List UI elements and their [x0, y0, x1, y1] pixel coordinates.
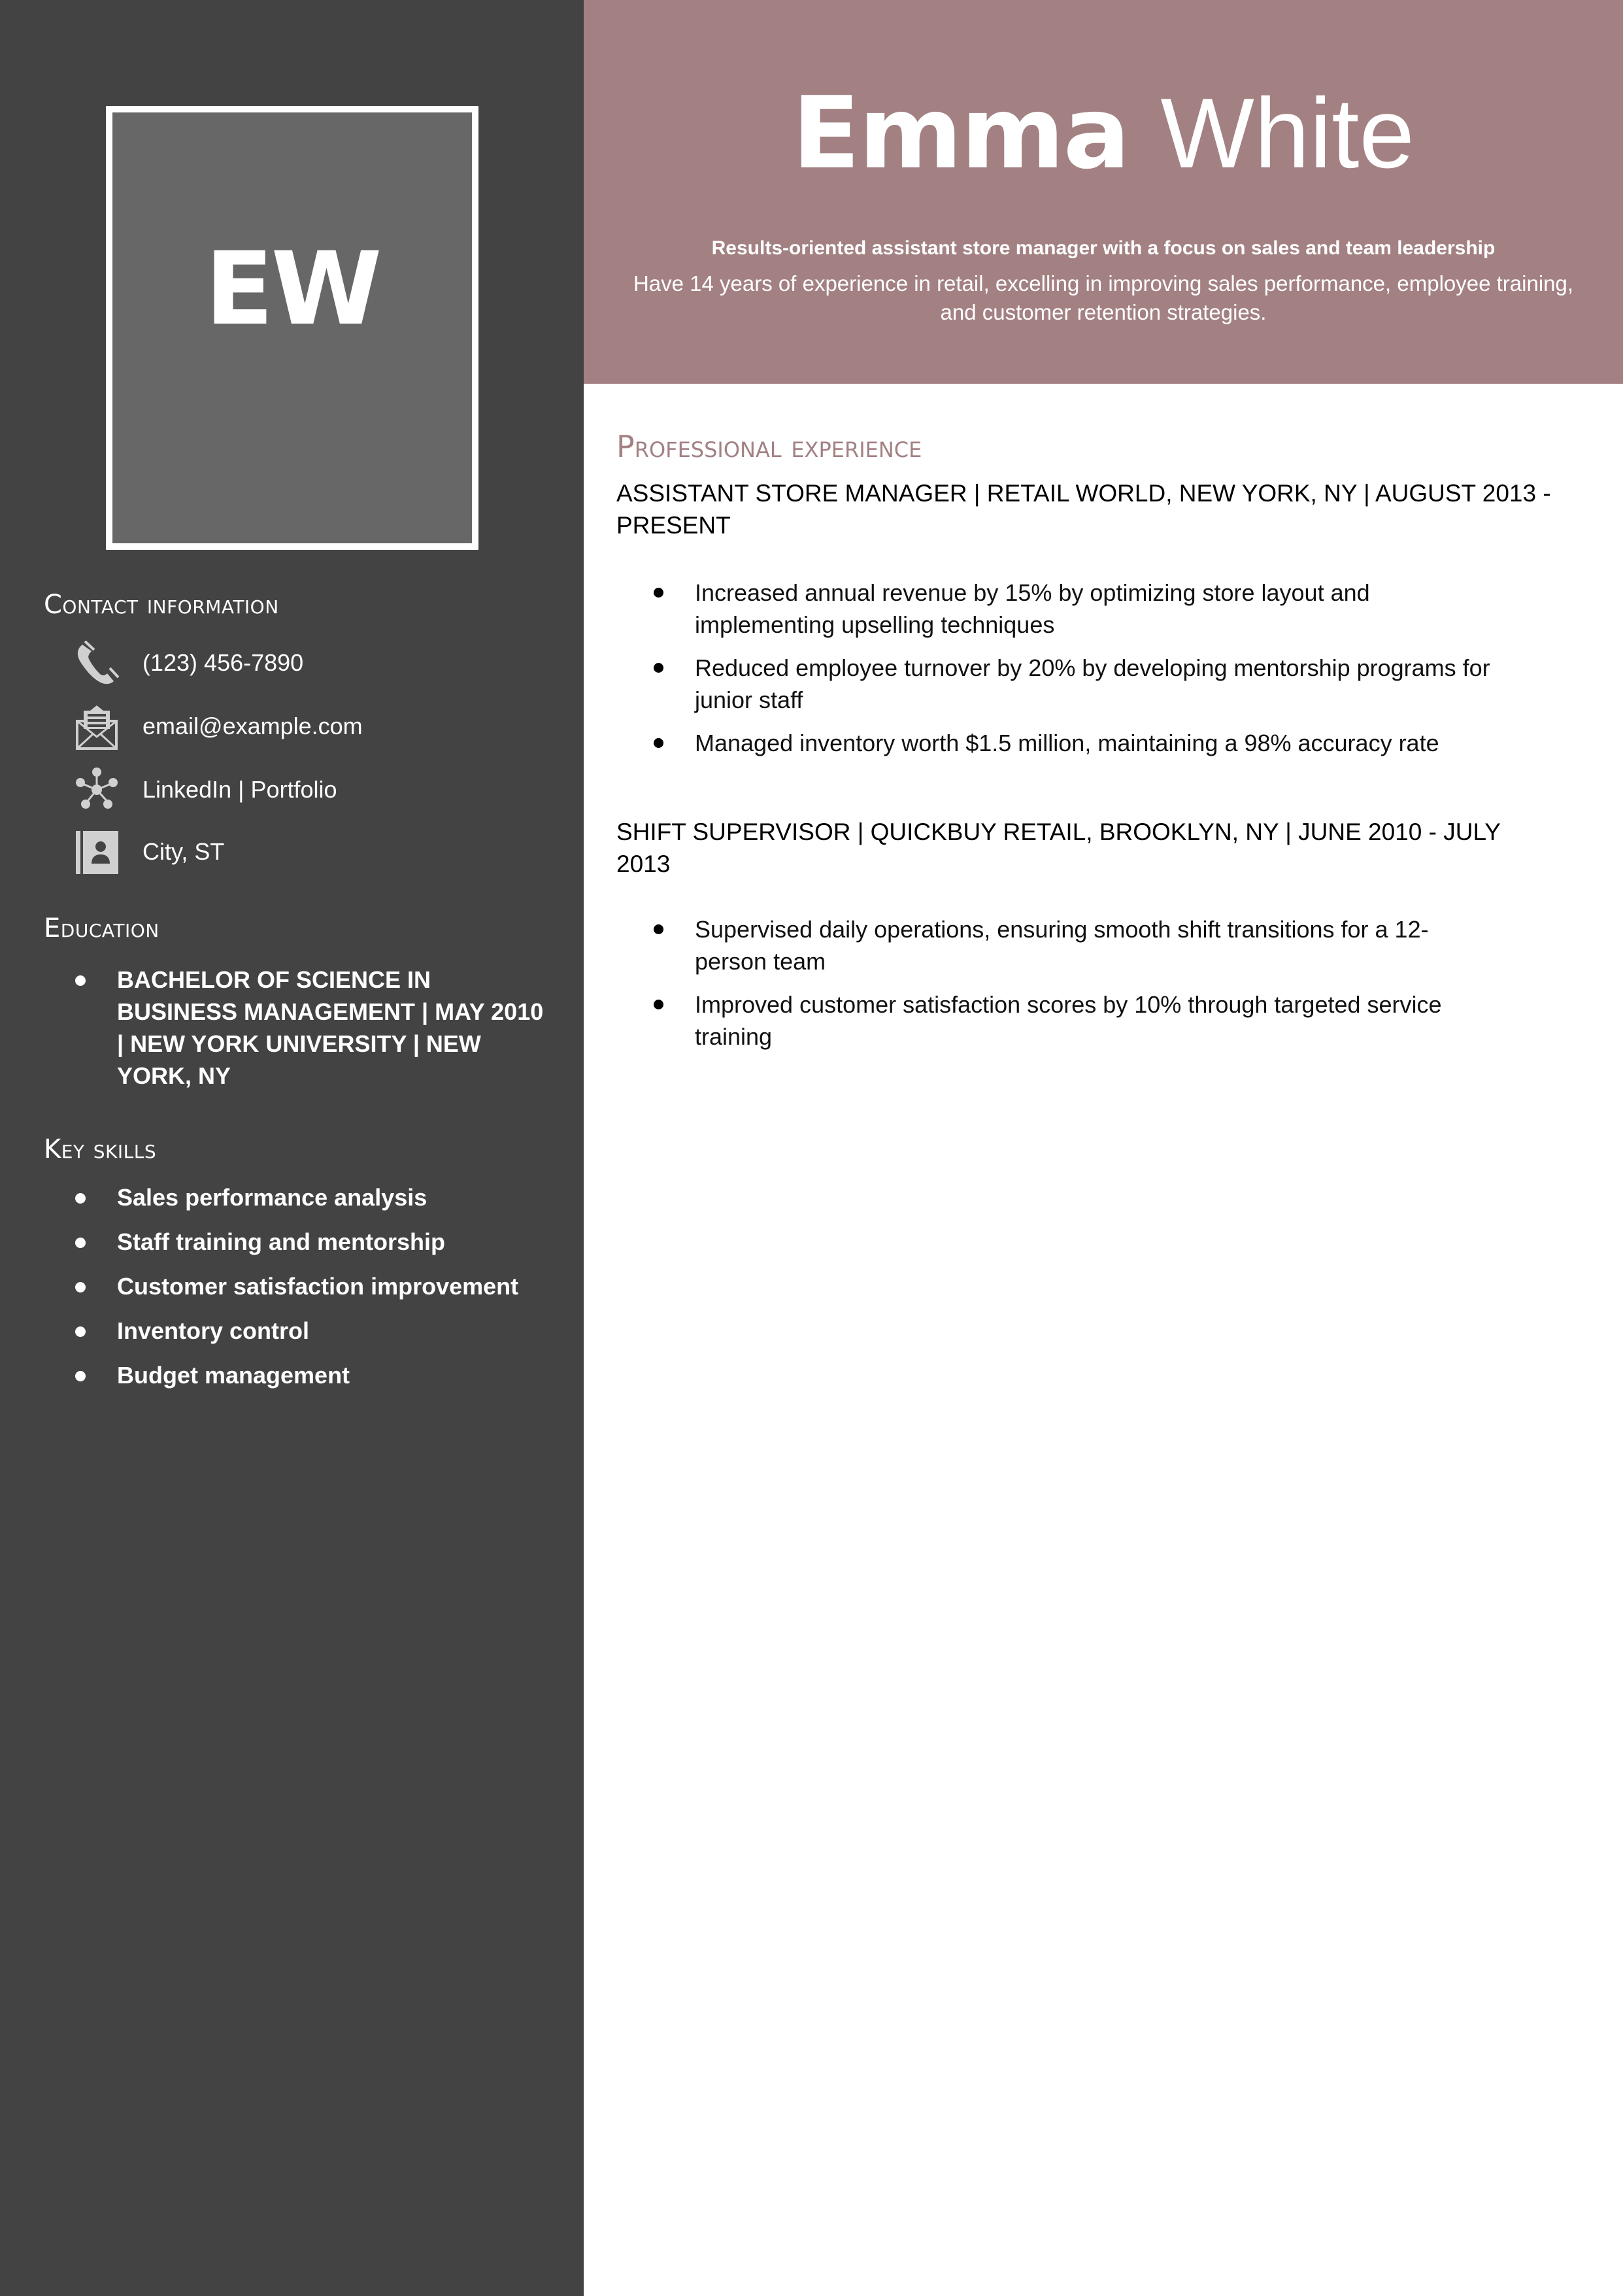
- first-name: Emma: [792, 75, 1130, 191]
- job-bullet: Supervised daily operations, ensuring sm…: [616, 913, 1558, 977]
- skills-heading: Key skills: [44, 1134, 157, 1164]
- bullet-icon: [75, 1282, 86, 1292]
- job-bullet-text: Reduced employee turnover by 20% by deve…: [695, 654, 1490, 713]
- job-bullet-text: Improved customer satisfaction scores by…: [695, 991, 1442, 1050]
- bullet-icon: [654, 1000, 663, 1009]
- job-title: ASSISTANT STORE MANAGER | RETAIL WORLD, …: [616, 480, 1551, 539]
- initials-badge: EW: [106, 106, 478, 550]
- job-bullet: Managed inventory worth $1.5 million, ma…: [616, 727, 1558, 759]
- skill-text: Sales performance analysis: [117, 1184, 427, 1211]
- candidate-name: Emma White: [584, 84, 1623, 184]
- phone-icon: [73, 639, 120, 686]
- education-list: BACHELOR OF SCIENCE IN BUSINESS MANAGEME…: [0, 964, 584, 1092]
- bullet-icon: [654, 924, 663, 934]
- last-name: White: [1160, 78, 1415, 189]
- location: City, ST: [142, 838, 225, 865]
- contact-card-icon: [73, 828, 120, 875]
- skill-item: Customer satisfaction improvement: [0, 1264, 584, 1309]
- job-title: SHIFT SUPERVISOR | QUICKBUY RETAIL, BROO…: [616, 819, 1501, 877]
- skill-text: Staff training and mentorship: [117, 1228, 446, 1255]
- contact-heading: Contact information: [44, 590, 279, 620]
- skill-text: Inventory control: [117, 1317, 310, 1344]
- bullet-icon: [75, 1238, 86, 1248]
- skill-text: Customer satisfaction improvement: [117, 1273, 519, 1300]
- skills-list: Sales performance analysis Staff trainin…: [0, 1175, 584, 1398]
- experience-heading: Professional experience: [616, 429, 922, 464]
- sidebar: EW Contact information (123) 456-7890 em…: [0, 0, 584, 2296]
- linkedin-portfolio[interactable]: LinkedIn | Portfolio: [142, 776, 337, 803]
- bullet-icon: [75, 1326, 86, 1337]
- skill-text: Budget management: [117, 1362, 350, 1389]
- summary: Have 14 years of experience in retail, e…: [633, 271, 1574, 324]
- job-bullets: Supervised daily operations, ensuring sm…: [616, 913, 1558, 1064]
- job-bullet: Increased annual revenue by 15% by optim…: [616, 577, 1558, 641]
- bullet-icon: [654, 663, 663, 673]
- job-bullet-text: Increased annual revenue by 15% by optim…: [695, 579, 1370, 638]
- skill-item: Inventory control: [0, 1309, 584, 1353]
- education-heading: Education: [44, 913, 159, 943]
- contact-phone: (123) 456-7890: [73, 639, 303, 686]
- skill-item: Staff training and mentorship: [0, 1220, 584, 1264]
- education-item-text: BACHELOR OF SCIENCE IN BUSINESS MANAGEME…: [117, 966, 544, 1089]
- job-bullet: Improved customer satisfaction scores by…: [616, 988, 1558, 1053]
- phone-number[interactable]: (123) 456-7890: [142, 649, 303, 677]
- job-bullet: Reduced employee turnover by 20% by deve…: [616, 652, 1558, 716]
- skill-item: Sales performance analysis: [0, 1175, 584, 1220]
- job-bullet-text: Managed inventory worth $1.5 million, ma…: [695, 730, 1439, 756]
- header: Emma White Results-oriented assistant st…: [584, 0, 1623, 384]
- network-icon: [73, 766, 120, 813]
- job-bullet-text: Supervised daily operations, ensuring sm…: [695, 916, 1429, 975]
- education-item: BACHELOR OF SCIENCE IN BUSINESS MANAGEME…: [0, 964, 584, 1092]
- contact-email: email@example.com: [73, 703, 363, 750]
- bullet-icon: [75, 1371, 86, 1381]
- bullet-icon: [75, 1193, 86, 1204]
- contact-links: LinkedIn | Portfolio: [73, 766, 337, 813]
- tagline: Results-oriented assistant store manager…: [711, 237, 1496, 259]
- bullet-icon: [654, 588, 663, 598]
- skill-item: Budget management: [0, 1353, 584, 1398]
- email-icon: [73, 703, 120, 750]
- bullet-icon: [654, 738, 663, 748]
- bullet-icon: [75, 975, 86, 986]
- email-address[interactable]: email@example.com: [142, 713, 363, 740]
- initials: EW: [205, 230, 382, 348]
- contact-location: City, ST: [73, 828, 224, 875]
- job-bullets: Increased annual revenue by 15% by optim…: [616, 577, 1558, 770]
